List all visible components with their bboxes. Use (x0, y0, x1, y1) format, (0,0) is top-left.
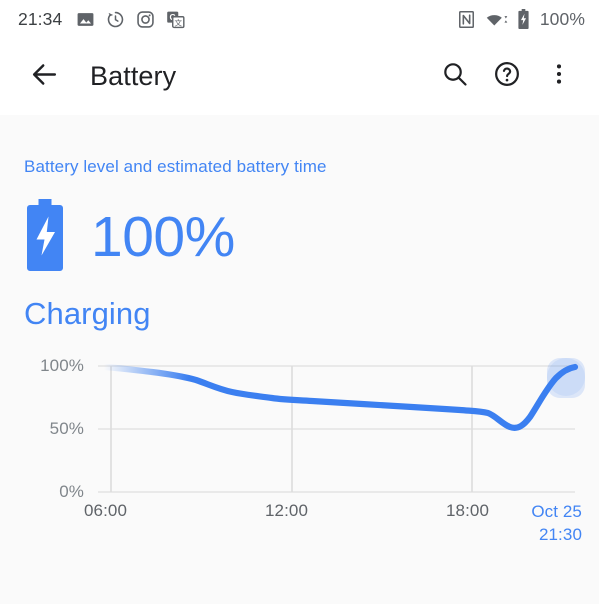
charging-status-text: Charging (24, 296, 151, 331)
battery-history-chart[interactable]: 100% 50% 0% 06:00 12:00 18:00 Oct 25 21:… (0, 353, 599, 553)
photo-icon (76, 10, 95, 29)
status-clock: 21:34 (18, 8, 63, 29)
chart-end-time: 21:30 (538, 524, 582, 544)
chart-canvas (98, 358, 585, 493)
svg-text:文: 文 (175, 17, 183, 27)
section-header: Battery level and estimated battery time (24, 157, 327, 176)
more-options-icon (546, 61, 572, 92)
status-system-icons: 100% (457, 9, 585, 30)
chart-xtick-0600: 06:00 (84, 501, 128, 520)
battery-charging-icon (517, 9, 530, 29)
chart-line-battery-level (100, 363, 579, 431)
chart-xtick-1800: 18:00 (446, 501, 490, 520)
nfc-icon (457, 10, 476, 29)
chart-end-date: Oct 25 (531, 502, 582, 521)
status-battery-percent: 100% (539, 8, 585, 29)
instagram-icon (136, 10, 155, 29)
back-button[interactable] (22, 55, 66, 99)
chart-end-timestamp: Oct 25 21:30 (531, 501, 582, 547)
status-notification-icons: G 文 (76, 10, 457, 29)
help-button[interactable] (481, 51, 533, 103)
page-title: Battery (90, 61, 177, 91)
chart-gridlines (98, 365, 575, 493)
battery-content: Battery level and estimated battery time… (0, 115, 599, 604)
status-bar: 21:34 G 文 (0, 0, 599, 38)
google-translate-icon: G 文 (166, 10, 185, 29)
battery-charging-bolt-icon (26, 199, 64, 276)
battery-percent-large: 100% (91, 205, 235, 269)
back-arrow-icon (29, 59, 60, 95)
battery-summary-row: 100% (0, 177, 599, 276)
search-icon (441, 60, 469, 93)
chart-ytick-100: 100% (40, 356, 84, 375)
app-bar: Battery (0, 38, 599, 118)
clock-rotate-icon (106, 10, 125, 29)
more-options-button[interactable] (533, 51, 585, 103)
chart-ytick-0: 0% (59, 482, 84, 501)
help-icon (493, 60, 521, 93)
wifi-icon (485, 10, 508, 29)
search-button[interactable] (429, 51, 481, 103)
chart-xtick-1200: 12:00 (265, 501, 309, 520)
chart-ytick-50: 50% (49, 419, 84, 438)
